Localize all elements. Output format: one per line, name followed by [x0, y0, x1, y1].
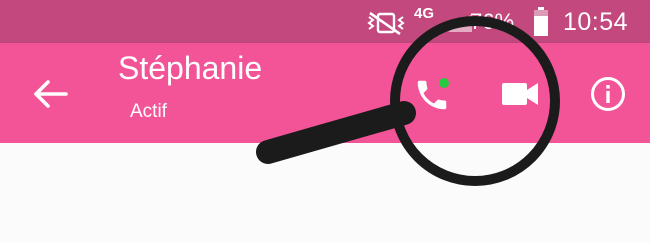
- contact-status: Actif: [130, 101, 167, 122]
- status-time: 10:54: [563, 8, 629, 36]
- battery-icon: [533, 7, 549, 37]
- battery-percent: 76%: [470, 9, 515, 34]
- video-call-icon[interactable]: [500, 80, 540, 108]
- chat-app-bar: [0, 43, 650, 143]
- network-4g-icon: 4G: [414, 5, 435, 22]
- back-arrow-icon[interactable]: [33, 79, 69, 109]
- info-icon[interactable]: [590, 76, 626, 112]
- contact-name[interactable]: Stéphanie: [118, 50, 262, 87]
- vibrate-muted-icon: [366, 11, 406, 35]
- status-bar: 4G 76% 10:54: [0, 0, 650, 43]
- online-indicator-dot: [439, 78, 449, 88]
- chat-content-area: [0, 143, 650, 243]
